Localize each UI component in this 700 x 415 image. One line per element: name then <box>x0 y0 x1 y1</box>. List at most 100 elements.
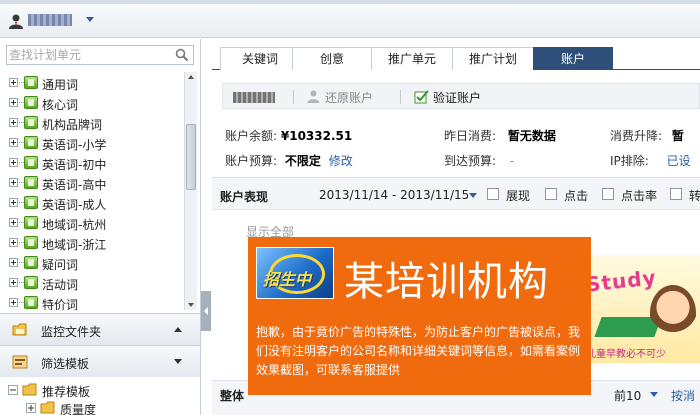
unit-folder-icon <box>24 296 38 309</box>
unit-folder-icon <box>24 76 38 89</box>
checkbox[interactable] <box>670 188 682 200</box>
plan-search-input[interactable] <box>9 47 169 63</box>
budget-edit-link[interactable]: 修改 <box>329 154 353 168</box>
yesterday-spend-value: 暂无数据 <box>507 129 556 143</box>
unit-folder-icon <box>24 176 38 189</box>
checkbox[interactable] <box>602 188 614 200</box>
tree-item[interactable]: 地域词-杭州 <box>0 213 186 233</box>
balance-value: ¥10332.51 <box>280 129 353 143</box>
balance-field: 账户余额: ¥10332.51 <box>225 127 352 144</box>
balance-label: 账户余额: <box>225 129 278 143</box>
tree-item[interactable]: 通用词 <box>0 73 186 93</box>
checkbox[interactable] <box>545 188 557 200</box>
top-strip <box>0 0 700 4</box>
tree-item-label: 地域词-杭州 <box>42 218 107 232</box>
unit-folder-icon <box>24 96 38 109</box>
logo-text: 招生中 <box>263 270 312 289</box>
tab-creative[interactable]: 创意 <box>292 47 372 70</box>
spend-change-field: 消费升降: 暂 <box>610 127 684 144</box>
metric-label: 转 <box>689 189 700 203</box>
top-bar <box>0 0 700 38</box>
monitor-folder-label: 监控文件夹 <box>41 325 102 339</box>
yesterday-spend-label: 昨日消费: <box>444 129 497 143</box>
expand-plus-icon[interactable] <box>9 118 18 127</box>
filter-template-panel[interactable]: 筛选模板 <box>0 345 200 377</box>
tree-item[interactable]: 英语词-高中 <box>0 173 186 193</box>
scroll-down-arrow-icon[interactable] <box>188 303 194 307</box>
checkbox[interactable] <box>487 188 499 200</box>
date-range-picker[interactable]: 2013/11/14 - 2013/11/15 <box>319 188 469 202</box>
tree-item[interactable]: 机构品牌词 <box>0 113 186 133</box>
overall-title: 整体 <box>220 389 245 403</box>
expand-plus-icon[interactable] <box>9 158 18 167</box>
expand-plus-icon[interactable] <box>9 238 18 247</box>
verify-account-label: 验证账户 <box>433 91 482 105</box>
expand-plus-icon[interactable] <box>9 98 18 107</box>
monitor-folder-panel[interactable]: 监控文件夹 <box>0 313 200 345</box>
user-name-blurred <box>28 14 72 26</box>
tree-item[interactable]: 疑问词 <box>0 253 186 273</box>
tree-item-label: 英语词-初中 <box>42 158 107 172</box>
expand-plus-icon[interactable] <box>9 218 18 227</box>
tree-item-label: 英语词-高中 <box>42 178 107 192</box>
chevron-up-icon[interactable] <box>174 327 182 332</box>
expand-plus-icon[interactable] <box>9 258 18 267</box>
expand-plus-icon[interactable] <box>9 78 18 87</box>
tree-item-label: 机构品牌词 <box>42 118 103 132</box>
unit-folder-icon <box>24 216 38 229</box>
tree-item-label: 活动词 <box>42 278 79 292</box>
search-icon[interactable] <box>175 48 189 62</box>
reach-budget-value: - <box>509 154 515 168</box>
tree-item-label: 疑问词 <box>42 258 79 272</box>
unit-folder-icon <box>24 276 38 289</box>
folder-icon <box>40 401 55 414</box>
user-icon <box>307 90 320 103</box>
unit-folder-icon <box>24 236 38 249</box>
expand-plus-icon[interactable] <box>9 298 18 307</box>
top-n-chevron-down-icon[interactable] <box>650 392 658 397</box>
date-range-chevron-down-icon[interactable] <box>469 193 477 198</box>
tree-item[interactable]: 英语词-初中 <box>0 153 186 173</box>
folder-icon <box>12 323 27 336</box>
tree-scrollbar[interactable] <box>184 72 197 310</box>
filter-template-label: 筛选模板 <box>41 357 90 371</box>
ip-exclusion-value[interactable]: 已设 <box>667 154 691 168</box>
tree-item-label: 核心词 <box>42 98 79 112</box>
expand-plus-icon[interactable] <box>9 138 18 147</box>
tree-item[interactable]: 英语词-小学 <box>0 133 186 153</box>
tab-keywords[interactable]: 关键词 <box>220 47 300 70</box>
scroll-thumb[interactable] <box>186 124 196 190</box>
user-avatar-icon[interactable] <box>8 13 24 29</box>
ip-exclusion-field: IP排除: 已设 <box>610 152 691 169</box>
unit-folder-icon <box>24 256 38 269</box>
expand-plus-icon[interactable] <box>9 198 18 207</box>
tree-item[interactable]: 地域词-浙江 <box>0 233 186 253</box>
user-menu-chevron-down-icon[interactable] <box>86 17 94 22</box>
performance-title: 账户表现 <box>220 190 269 204</box>
budget-label: 账户预算: <box>225 154 278 168</box>
expand-plus-icon[interactable] <box>26 403 36 413</box>
tree-item[interactable]: 活动词 <box>0 273 186 293</box>
unit-folder-icon <box>24 156 38 169</box>
tab-ad-plan[interactable]: 推广计划 <box>452 47 534 70</box>
sort-by-link[interactable]: 按消 <box>671 387 695 404</box>
expand-plus-icon[interactable] <box>9 278 18 287</box>
chevron-down-icon[interactable] <box>174 359 182 364</box>
expand-plus-icon[interactable] <box>9 178 18 187</box>
metric-label: 点击率 <box>621 189 658 203</box>
ad-message: 抱歉，由于竟价广告的特殊性，为防止客户的广告被误点，我们没有注明客户的公司名称和… <box>256 325 581 377</box>
scroll-up-arrow-icon[interactable] <box>188 75 194 79</box>
tree-item[interactable]: 英语词-成人 <box>0 193 186 213</box>
tree-item[interactable]: 核心词 <box>0 93 186 113</box>
tab-ad-unit[interactable]: 推广单元 <box>371 47 453 70</box>
restore-account-label: 还原账户 <box>325 91 374 105</box>
collapse-minus-icon[interactable] <box>8 385 18 395</box>
sidebar-collapse-handle[interactable] <box>201 291 211 331</box>
study-ad-caption: 儿童早教必不可少 <box>586 349 666 360</box>
top-n-select[interactable]: 前10 <box>614 387 641 404</box>
plan-search-box[interactable] <box>6 45 194 65</box>
tree-item[interactable]: 特价词 <box>0 293 186 310</box>
tab-account[interactable]: 账户 <box>533 47 613 70</box>
verify-check-icon <box>414 90 429 104</box>
metric-label: 展现 <box>506 189 531 203</box>
